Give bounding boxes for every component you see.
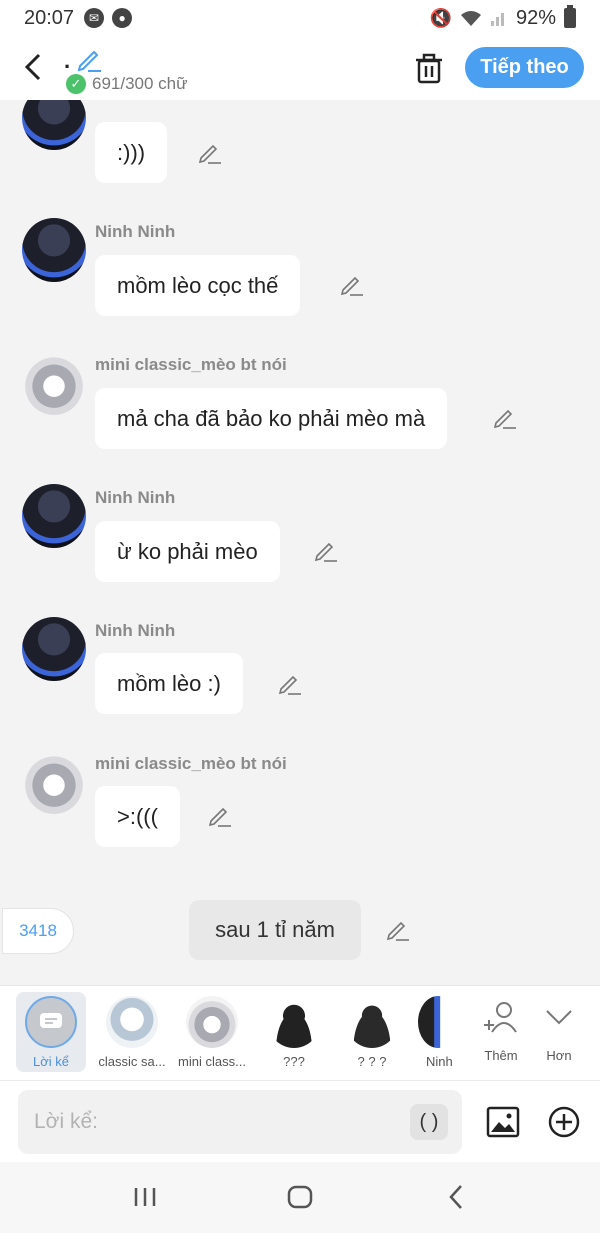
character-label: ??? <box>283 1054 305 1069</box>
image-icon[interactable] <box>486 1105 520 1139</box>
char-count: ✓ 691/300 chữ <box>66 74 188 94</box>
character-avatar <box>106 996 158 1048</box>
character-item[interactable]: ? ? ? <box>334 992 410 1072</box>
avatar[interactable] <box>22 351 86 415</box>
message-bubble[interactable]: mồm lèo cọc thế <box>95 255 301 316</box>
battery-text: 92% <box>515 6 556 29</box>
check-icon: ✓ <box>66 74 86 94</box>
back-nav-icon[interactable] <box>442 1182 472 1212</box>
wifi-icon <box>460 11 481 26</box>
avatar[interactable] <box>22 218 86 282</box>
character-label: classic sa... <box>98 1054 166 1069</box>
character-avatar <box>268 996 320 1048</box>
trash-icon[interactable] <box>414 52 444 84</box>
home-icon[interactable] <box>285 1182 315 1212</box>
message-bubble[interactable]: mả cha đã bảo ko phải mèo mà <box>95 388 448 449</box>
character-label: Lời kể <box>33 1054 69 1069</box>
message-bubble[interactable]: mồm lèo :) <box>95 653 243 714</box>
avatar[interactable] <box>22 484 86 548</box>
sender-name: mini classic_mèo bt nói <box>95 355 287 374</box>
account-icon: ● <box>112 8 133 28</box>
speech-bubble-icon <box>40 1013 62 1028</box>
message-bubble[interactable]: :))) <box>95 122 168 183</box>
sender-name: Ninh Ninh <box>95 621 176 640</box>
narration-count-badge[interactable]: 3418 <box>2 908 74 954</box>
sender-name: Ninh Ninh <box>95 488 176 507</box>
edit-message-icon[interactable] <box>198 141 222 165</box>
system-nav-bar <box>0 1162 600 1233</box>
sender-name: mini classic_mèo bt nói <box>95 754 287 773</box>
story-title[interactable]: . <box>64 48 70 74</box>
back-button[interactable] <box>18 50 48 84</box>
recent-apps-icon[interactable] <box>130 1182 160 1212</box>
header: . ✓ 691/300 chữ Tiếp theo <box>0 36 600 100</box>
edit-message-icon[interactable] <box>278 672 302 696</box>
parenthesis-button[interactable]: ( ) <box>410 1104 448 1140</box>
character-bar: Lời kể classic sa... mini class... ??? ?… <box>0 985 600 1080</box>
avatar[interactable] <box>22 750 86 814</box>
edit-message-icon[interactable] <box>340 273 364 297</box>
status-time: 20:07 <box>24 6 75 29</box>
avatar[interactable] <box>22 617 86 681</box>
narrator-avatar <box>25 996 77 1048</box>
character-label: ? ? ? <box>357 1054 387 1069</box>
avatar[interactable] <box>22 100 86 150</box>
character-avatar <box>418 996 456 1048</box>
battery-icon <box>564 5 576 28</box>
next-button[interactable]: Tiếp theo <box>465 47 584 88</box>
chevron-left-icon <box>24 53 41 81</box>
character-avatar <box>186 996 238 1048</box>
message-bubble[interactable]: >:((( <box>95 786 180 847</box>
character-item[interactable]: ??? <box>256 992 332 1072</box>
sender-name: Ninh Ninh <box>95 222 176 241</box>
edit-message-icon[interactable] <box>314 539 338 563</box>
character-item[interactable]: Ninh <box>410 992 456 1072</box>
character-label: Hơn <box>546 1048 572 1063</box>
status-bar: 20:07 ✉ ● 🔇 92% <box>0 0 600 36</box>
more-button[interactable]: Hơn <box>526 992 592 1072</box>
signal-icon <box>490 13 504 26</box>
character-item[interactable]: classic sa... <box>94 992 170 1072</box>
edit-message-icon[interactable] <box>386 918 410 942</box>
narration-input[interactable] <box>18 1090 462 1154</box>
edit-title-icon[interactable] <box>76 46 102 72</box>
mute-icon: 🔇 <box>429 7 452 28</box>
messenger-icon: ✉ <box>84 8 105 28</box>
character-avatar <box>346 996 398 1048</box>
character-label: mini class... <box>178 1054 246 1069</box>
add-icon[interactable] <box>547 1105 581 1139</box>
add-person-icon <box>484 1002 517 1033</box>
character-item[interactable]: mini class... <box>174 992 250 1072</box>
narration-bubble[interactable]: sau 1 tỉ năm <box>189 900 361 960</box>
edit-message-icon[interactable] <box>493 406 517 430</box>
input-bar: ( ) <box>0 1080 600 1162</box>
chevron-down-icon <box>546 1010 572 1025</box>
message-bubble[interactable]: ừ ko phải mèo <box>95 521 280 582</box>
chat-area[interactable]: :))) Ninh Ninh mồm lèo cọc thế mini clas… <box>0 100 600 985</box>
character-label: Ninh <box>426 1054 453 1069</box>
edit-message-icon[interactable] <box>208 804 232 828</box>
char-count-text: 691/300 chữ <box>92 74 188 93</box>
character-narrator[interactable]: Lời kể <box>16 992 86 1072</box>
